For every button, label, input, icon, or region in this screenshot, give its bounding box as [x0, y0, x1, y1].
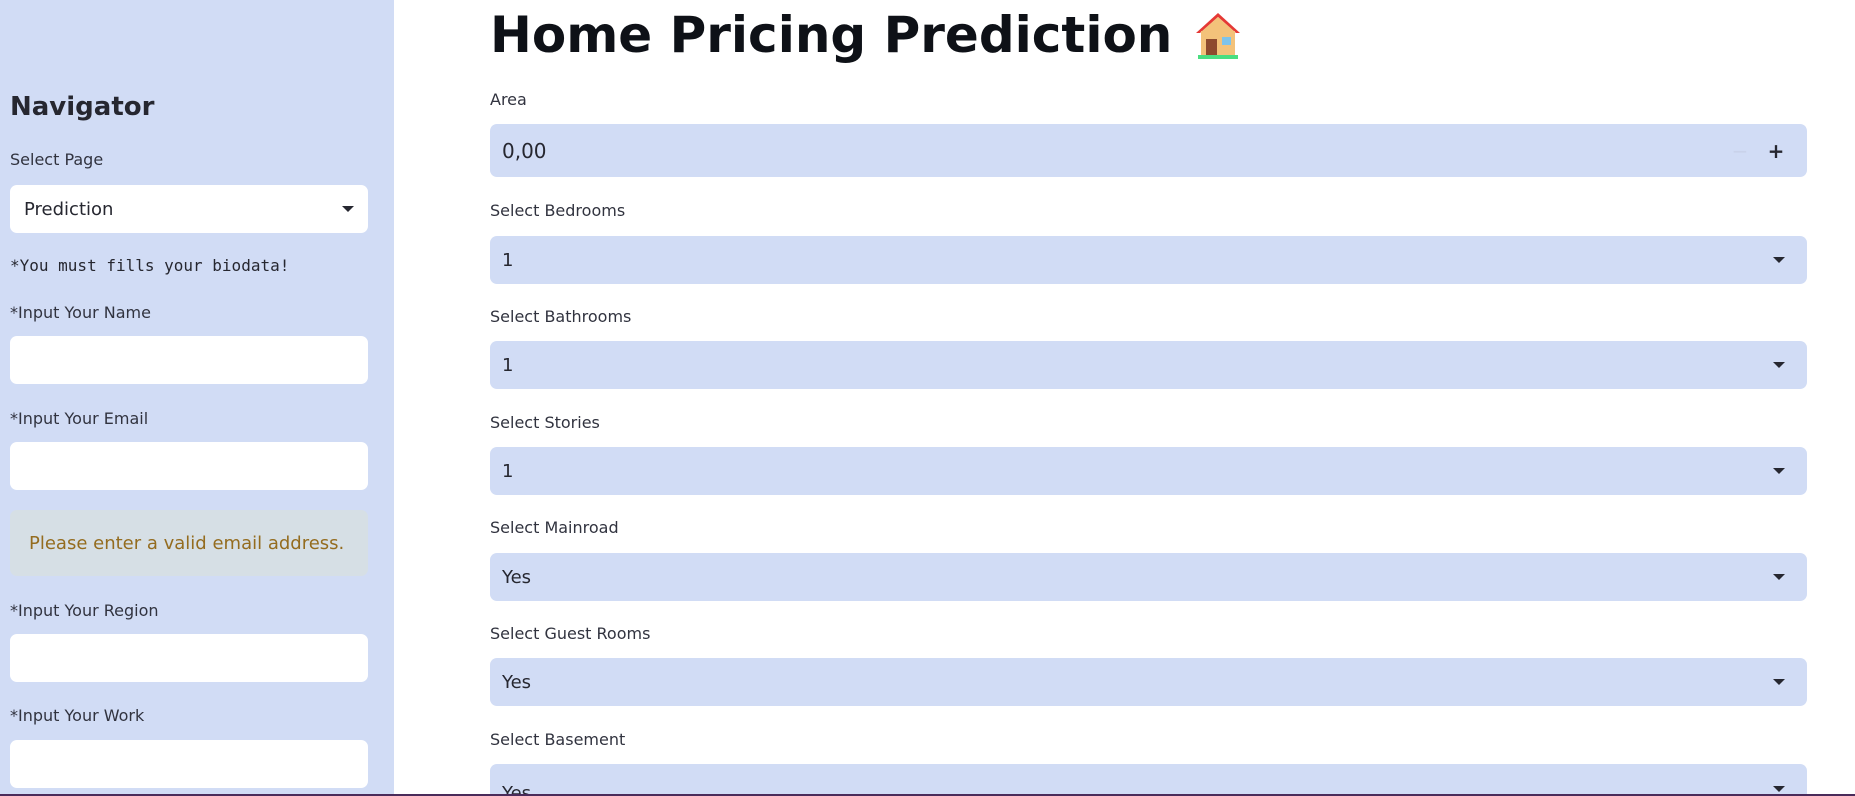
page-title-text: Home Pricing Prediction [490, 6, 1173, 64]
region-label: *Input Your Region [10, 601, 159, 620]
work-label: *Input Your Work [10, 706, 145, 725]
bedrooms-value: 1 [502, 249, 514, 271]
email-label: *Input Your Email [10, 409, 149, 428]
select-page-label: Select Page [10, 150, 104, 169]
email-warning: Please enter a valid email address. [10, 510, 368, 576]
page-title: Home Pricing Prediction [490, 6, 1246, 64]
chevron-down-icon [1773, 574, 1785, 580]
mainroad-select[interactable]: Yes [490, 553, 1807, 601]
select-page-dropdown[interactable]: Prediction [10, 185, 368, 233]
bathrooms-select[interactable]: 1 [490, 341, 1807, 389]
basement-label: Select Basement [490, 730, 626, 749]
area-decrement-button[interactable]: − [1725, 139, 1755, 163]
area-increment-button[interactable]: + [1761, 136, 1791, 166]
guestrooms-value: Yes [502, 671, 532, 693]
mainroad-label: Select Mainroad [490, 518, 619, 537]
stories-select[interactable]: 1 [490, 447, 1807, 495]
name-label: *Input Your Name [10, 303, 151, 322]
guestrooms-select[interactable]: Yes [490, 658, 1807, 706]
chevron-down-icon [1773, 362, 1785, 368]
bathrooms-label: Select Bathrooms [490, 307, 632, 326]
email-input[interactable] [10, 442, 368, 490]
area-value: 0,00 [502, 138, 547, 163]
bedrooms-select[interactable]: 1 [490, 236, 1807, 284]
area-number-input[interactable]: 0,00 − + [490, 124, 1807, 177]
chevron-down-icon [1773, 257, 1785, 263]
work-input[interactable] [10, 740, 368, 788]
chevron-down-icon [342, 206, 354, 212]
house-icon [1196, 13, 1241, 59]
email-warning-text: Please enter a valid email address. [29, 532, 345, 554]
chevron-down-icon [1773, 786, 1785, 792]
bedrooms-label: Select Bedrooms [490, 201, 626, 220]
chevron-down-icon [1773, 468, 1785, 474]
guestrooms-label: Select Guest Rooms [490, 624, 651, 643]
select-page-value: Prediction [24, 198, 114, 220]
area-label: Area [490, 90, 527, 109]
sidebar: Navigator Select Page Prediction *You mu… [0, 0, 394, 796]
mainroad-value: Yes [502, 566, 532, 588]
bathrooms-value: 1 [502, 354, 514, 376]
region-input[interactable] [10, 634, 368, 682]
biodata-note: *You must fills your biodata! [10, 256, 290, 275]
chevron-down-icon [1773, 679, 1785, 685]
app-window: Navigator Select Page Prediction *You mu… [0, 0, 1855, 796]
stories-value: 1 [502, 460, 514, 482]
sidebar-title: Navigator [10, 92, 155, 122]
basement-select[interactable]: Yes [490, 764, 1807, 796]
name-input[interactable] [10, 336, 368, 384]
stories-label: Select Stories [490, 413, 600, 432]
